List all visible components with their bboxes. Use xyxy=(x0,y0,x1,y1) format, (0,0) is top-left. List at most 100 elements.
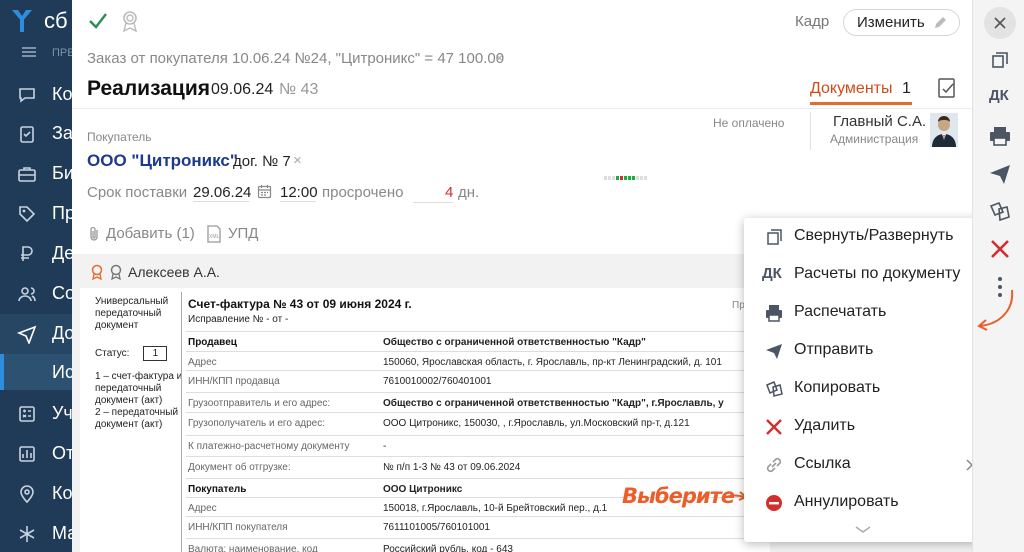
add-attachment-button[interactable]: Добавить (1) xyxy=(88,225,195,242)
upd-legend-title: Универсальный передаточный документ xyxy=(95,296,169,331)
order-remove-icon[interactable]: × xyxy=(495,50,504,67)
edit-button[interactable]: Изменить xyxy=(843,9,960,36)
contract-remove-icon[interactable]: × xyxy=(293,152,302,169)
menu-item-delete[interactable]: Удалить xyxy=(744,408,980,446)
collapse-button[interactable] xyxy=(988,48,1012,72)
nav-item-10[interactable]: Ко xyxy=(0,474,72,514)
company-label[interactable]: Кадр xyxy=(795,13,829,30)
tab-active-underline xyxy=(810,102,912,105)
nav-item-label: От xyxy=(52,443,72,463)
invoice-row-value: 150018, г.Ярославль, 10-й Брейтовский пе… xyxy=(383,503,608,514)
delivery-date-field[interactable]: 29.06.24 xyxy=(193,184,251,202)
invoice-row-key: Валюта: наименование, код xyxy=(188,544,318,552)
context-menu: Свернуть/Развернуть ДК Расчеты по докуме… xyxy=(744,218,980,542)
delete-button[interactable] xyxy=(988,237,1012,261)
invoice-row-value: ООО Цитроникс, 150030, , г.Ярославль, ул… xyxy=(383,418,690,429)
dk-icon: ДК xyxy=(762,265,782,282)
invoice-row: Валюта: наименование, код Российский рубл… xyxy=(186,538,746,552)
signer-name[interactable]: Алексеев А.А. xyxy=(128,264,220,280)
invoice-row-value: - xyxy=(383,441,387,452)
nav-subitem-label: Ис xyxy=(52,362,72,382)
chevron-down-icon[interactable] xyxy=(848,524,878,536)
menu-item-label: Свернуть/Развернуть xyxy=(794,227,954,244)
invoice-row: ИНН/КПП покупателя 7611101005/760101001 xyxy=(186,516,746,538)
menu-item-settlements[interactable]: ДК Расчеты по документу xyxy=(744,256,980,294)
invoice-row-key: К платежно-расчетному документу xyxy=(188,441,350,452)
header-divider xyxy=(72,108,972,109)
print-button[interactable] xyxy=(988,124,1012,148)
nav-item-6[interactable]: Со xyxy=(0,274,72,314)
menu-item-label: Ссылка xyxy=(794,455,851,472)
upd-legend: Универсальный передаточный документ Стат… xyxy=(95,296,187,431)
ruble-icon xyxy=(21,246,33,261)
document-check-icon[interactable] xyxy=(936,77,958,99)
award-gray-icon xyxy=(110,264,122,280)
calendar-icon[interactable] xyxy=(257,184,272,199)
copy-button[interactable] xyxy=(988,199,1012,223)
menu-item-label: Распечатать xyxy=(794,303,887,320)
responsible-name[interactable]: Главный С.А. xyxy=(833,113,926,130)
document-number[interactable]: № 43 xyxy=(279,81,318,99)
invoice-row-key: ИНН/КПП продавца xyxy=(188,376,280,387)
invoice-row-key: Грузоотправитель и его адрес: xyxy=(188,398,331,409)
contract-link[interactable]: дог. № 7 xyxy=(233,153,291,170)
nav-subitem-active[interactable]: Ис xyxy=(0,354,72,390)
close-button[interactable] xyxy=(984,7,1016,39)
invoice-row-key: Адрес xyxy=(188,357,217,368)
invoice-row: Документ об отгрузке: № п/п 1-3 № 43 от 0… xyxy=(186,456,746,478)
payment-status[interactable]: Не оплачено xyxy=(713,116,784,130)
nav-item-5[interactable]: Де xyxy=(0,234,72,274)
tab-documents[interactable]: Документы xyxy=(810,80,892,98)
avatar[interactable] xyxy=(930,113,958,147)
send-button[interactable] xyxy=(988,162,1012,186)
menu-item-print[interactable]: Распечатать xyxy=(744,294,980,332)
app-logo-icon[interactable] xyxy=(10,8,34,34)
nav-item-2[interactable]: За xyxy=(0,114,72,154)
delete-icon xyxy=(991,240,1009,258)
nav-item-1[interactable]: Ко xyxy=(0,75,72,115)
buyer-name[interactable]: ООО "Цитроникс" xyxy=(87,151,238,171)
asterisk-icon xyxy=(19,526,35,542)
invoice-row: Грузополучатель и его адрес: ООО Цитроник… xyxy=(186,412,746,434)
nav-item-label: Ко xyxy=(52,483,72,503)
nav-item-8[interactable]: Уч xyxy=(0,394,72,434)
nav-item-4[interactable]: Пр xyxy=(0,194,72,234)
check-icon[interactable] xyxy=(88,11,108,31)
delivery-label: Срок поставки xyxy=(87,184,188,201)
collapse-icon xyxy=(767,229,782,245)
menu-item-annul[interactable]: Аннулировать xyxy=(744,484,980,522)
upd-status: Статус: 1 xyxy=(95,346,187,361)
menu-item-collapse[interactable]: Свернуть/Развернуть xyxy=(744,218,980,256)
invoice-row-value: Общество с ограниченной ответственностью… xyxy=(383,398,724,409)
settlements-button[interactable]: ДК xyxy=(989,87,1009,104)
invoice-row-value: ООО Цитроникс xyxy=(383,484,463,495)
signature-badges xyxy=(89,264,125,280)
upd-button[interactable]: XML УПД xyxy=(206,225,258,243)
nav-item-3[interactable]: Би xyxy=(0,154,72,194)
delete-icon xyxy=(766,419,782,435)
nav-item-9[interactable]: От xyxy=(0,434,72,474)
copy-icon xyxy=(989,201,1010,222)
order-link[interactable]: Заказ от покупателя 10.06.24 №24, "Цитро… xyxy=(87,50,504,67)
menu-item-label: Копировать xyxy=(794,379,881,396)
person-photo-icon xyxy=(930,113,958,147)
document-date[interactable]: 09.06.24 xyxy=(211,81,273,99)
menu-item-copy[interactable]: Копировать xyxy=(744,370,980,408)
invoice-title: Счет-фактура № 43 от 09 июня 2024 г. xyxy=(188,297,412,311)
svg-text:XML: XML xyxy=(209,234,220,240)
nav-item-7-active[interactable]: До xyxy=(0,314,72,354)
invoice-row-value: Российский рубль, код - 643 xyxy=(383,544,513,552)
overdue-unit: дн. xyxy=(458,184,480,201)
nav-item-11[interactable]: Ма xyxy=(0,514,72,552)
edit-button-label: Изменить xyxy=(857,14,925,31)
link-icon xyxy=(766,457,782,473)
pencil-icon xyxy=(935,17,946,28)
nav-item-label: Уч xyxy=(52,403,72,423)
delivery-time-field[interactable]: 12:00 xyxy=(280,184,318,202)
award-icon[interactable] xyxy=(121,10,139,32)
menu-item-send[interactable]: Отправить xyxy=(744,332,980,370)
invoice-row: К платежно-расчетному документу - xyxy=(186,435,746,457)
menu-item-link[interactable]: Ссылка xyxy=(744,446,980,484)
invoice-correction: Исправление № - от - xyxy=(188,314,289,325)
menu-burger-icon[interactable] xyxy=(22,47,36,57)
